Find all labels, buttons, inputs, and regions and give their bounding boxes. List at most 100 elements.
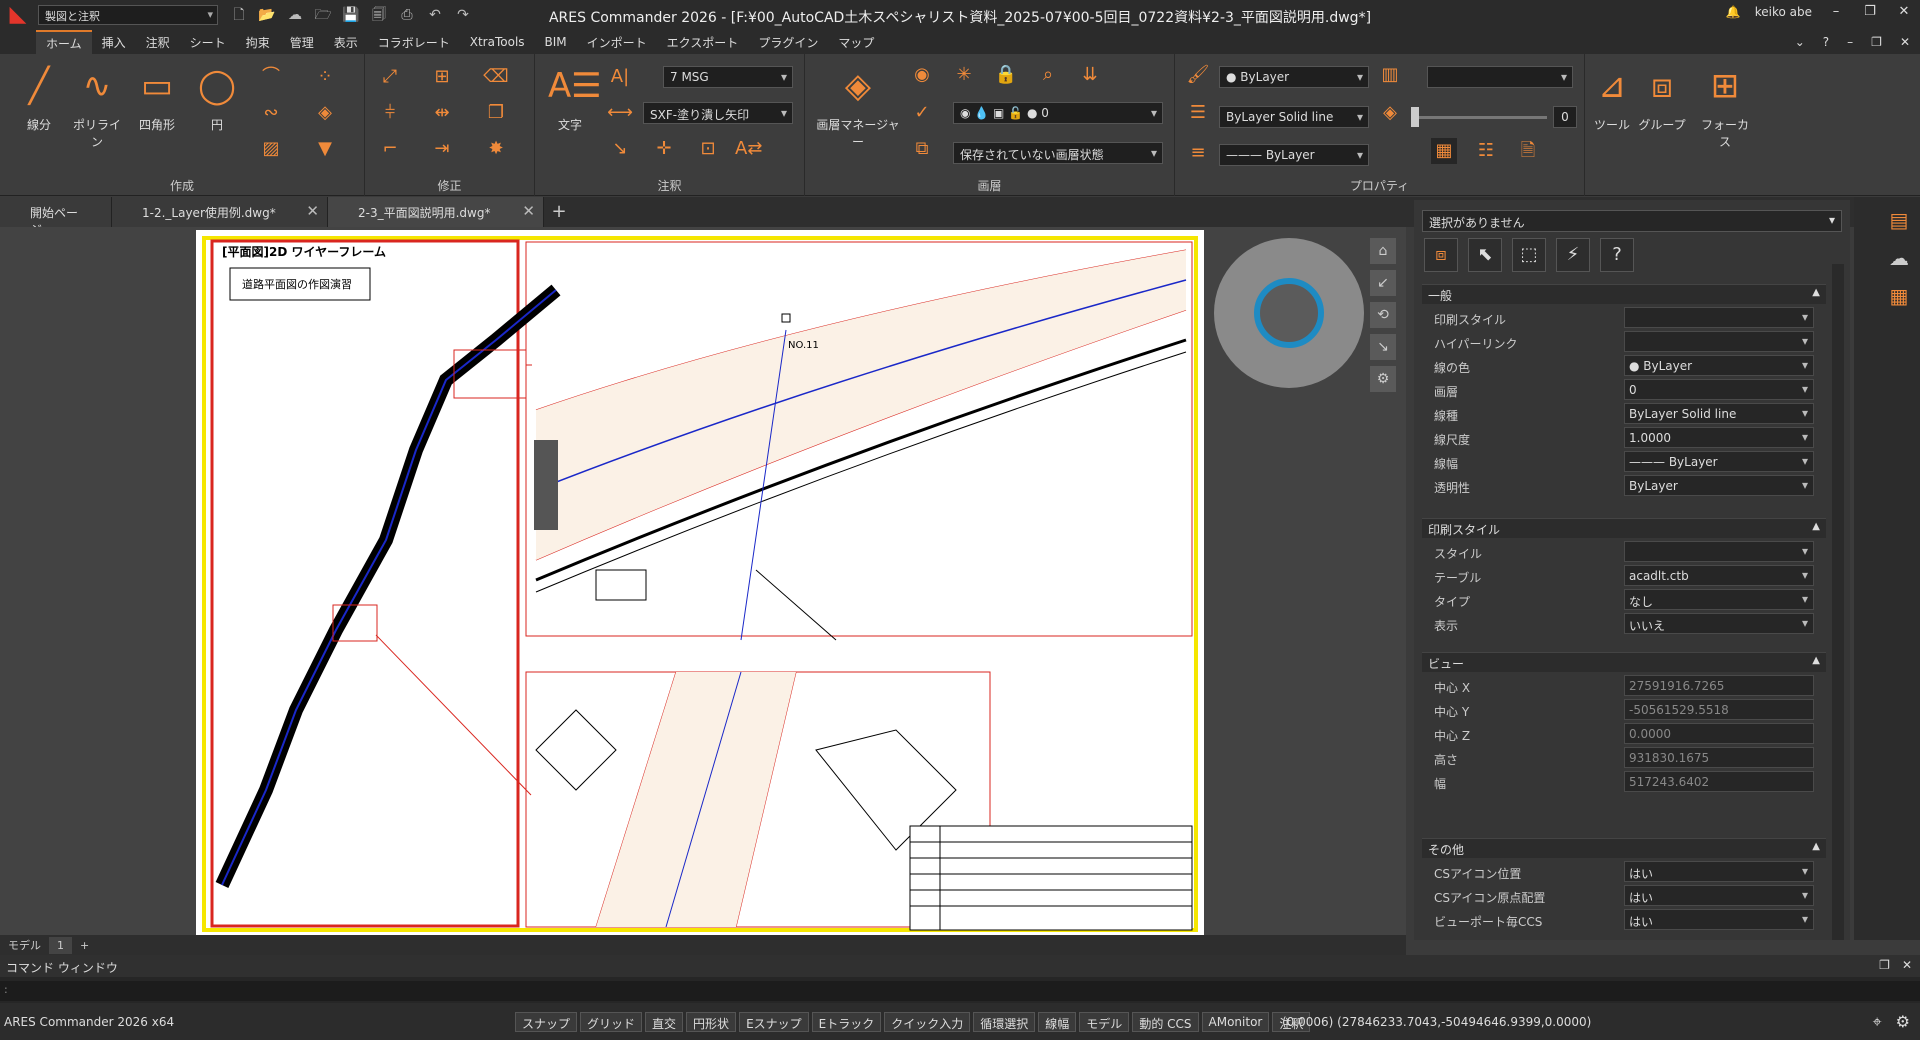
doc-minimize-icon[interactable]: – xyxy=(1847,35,1853,49)
status-toggle-2[interactable]: 直交 xyxy=(645,1011,684,1032)
navigation-wheel[interactable] xyxy=(1214,238,1364,388)
pan-view-icon[interactable]: ↘ xyxy=(1370,334,1396,360)
prop-row[interactable]: ハイパーリンク xyxy=(1422,330,1826,354)
workspace-select[interactable]: 製図と注釈 xyxy=(38,5,218,25)
table-icon[interactable]: ⊡ xyxy=(695,136,721,162)
ribbon-tab-11[interactable]: エクスポート xyxy=(657,31,749,54)
transparency-value[interactable]: 0 xyxy=(1553,106,1577,128)
open-folder-icon[interactable]: 🗁 xyxy=(312,4,334,26)
circle-button[interactable]: ◯ 円 xyxy=(192,64,242,133)
palette-icon[interactable]: ▦ xyxy=(1884,281,1914,311)
prop-value[interactable]: はい xyxy=(1624,885,1814,906)
rotate-view-icon[interactable]: ⟲ xyxy=(1370,302,1396,328)
save-as-icon[interactable]: 🗐 xyxy=(368,4,390,26)
restore-icon[interactable]: ❐ xyxy=(1860,4,1880,19)
prop-row[interactable]: テーブル acadlt.ctb xyxy=(1422,564,1826,588)
ribbon-tab-2[interactable]: 注釈 xyxy=(136,31,180,54)
text-button[interactable]: A☰ 文字 xyxy=(545,64,602,133)
close-icon[interactable]: ✕ xyxy=(1894,4,1914,19)
prop-value[interactable]: ByLayer Solid line xyxy=(1624,403,1814,424)
groups-button[interactable]: ⧈ グループ xyxy=(1637,64,1687,133)
prop-value[interactable] xyxy=(1624,331,1814,352)
properties-panel-icon[interactable]: ▤ xyxy=(1884,205,1914,235)
prop-row[interactable]: スタイル xyxy=(1422,540,1826,564)
match-properties-icon[interactable]: 🖌 xyxy=(1185,62,1211,88)
cmd-close-icon[interactable]: ✕ xyxy=(1902,958,1912,972)
status-toggle-6[interactable]: クイック入力 xyxy=(884,1011,971,1032)
prop-value[interactable]: ● ByLayer xyxy=(1624,355,1814,376)
prop-row[interactable]: 印刷スタイル xyxy=(1422,306,1826,330)
properties-help-icon[interactable]: ? xyxy=(1600,238,1634,272)
layer-search-icon[interactable]: ⌕ xyxy=(1035,62,1061,88)
linetype-select[interactable]: ByLayer Solid line xyxy=(1219,106,1369,128)
prop-row[interactable]: 線幅 ——— ByLayer xyxy=(1422,450,1826,474)
section-view[interactable]: ビュー xyxy=(1422,652,1826,672)
layer-merge-icon[interactable]: ⇊ xyxy=(1077,62,1103,88)
dim-style-select[interactable]: SXF-塗り潰し矢印 xyxy=(643,102,793,124)
ribbon-tab-4[interactable]: 拘束 xyxy=(236,31,280,54)
status-toggle-10[interactable]: 動的 CCS xyxy=(1132,1011,1199,1032)
user-name[interactable]: keiko abe xyxy=(1755,5,1812,19)
prop-value[interactable]: 0.0000 xyxy=(1624,723,1814,744)
ribbon-tab-10[interactable]: インポート xyxy=(577,31,657,54)
list-icon[interactable]: ☷ xyxy=(1473,138,1499,164)
dimension-icon[interactable]: ⟷ xyxy=(607,100,633,126)
layer-manager-button[interactable]: ◈ 画層マネージャー xyxy=(813,64,903,150)
layer-freeze-icon[interactable]: ✳ xyxy=(951,62,977,88)
move-icon[interactable]: ⤢ xyxy=(377,64,403,90)
close-tab-icon[interactable]: ✕ xyxy=(306,202,319,220)
lineweight-icon[interactable]: ≡ xyxy=(1185,140,1211,166)
status-toggle-5[interactable]: Eトラック xyxy=(811,1011,882,1032)
cloud-icon[interactable]: ☁ xyxy=(284,4,306,26)
status-toggle-3[interactable]: 円形状 xyxy=(686,1011,737,1032)
zoom-extents-icon[interactable]: ↙ xyxy=(1370,270,1396,296)
polyline-button[interactable]: ∿ ポリライン xyxy=(72,64,122,150)
prop-row[interactable]: 線尺度 1.0000 xyxy=(1422,426,1826,450)
cloud-storage-icon[interactable]: ☁ xyxy=(1884,243,1914,273)
prop-row[interactable]: 中心 X 27591916.7265 xyxy=(1422,674,1826,698)
properties-palette-icon[interactable]: ▦ xyxy=(1431,138,1457,164)
prop-value[interactable] xyxy=(1624,307,1814,328)
ribbon-tab-0[interactable]: ホーム xyxy=(36,29,92,55)
prop-value[interactable]: 27591916.7265 xyxy=(1624,675,1814,696)
extend-icon[interactable]: ⇥ xyxy=(429,136,455,162)
doc-restore-icon[interactable]: ❐ xyxy=(1871,35,1882,49)
properties-scrollbar[interactable] xyxy=(1832,264,1844,940)
prop-row[interactable]: 透明性 ByLayer xyxy=(1422,474,1826,498)
points-icon[interactable]: ⁘ xyxy=(312,64,338,90)
drawing-canvas[interactable]: NO.11 [平面図]2D ワイヤーフレーム 道路平面図の作図演習 ⌂ ↙ ⟲ … xyxy=(0,227,1406,938)
ribbon-tab-9[interactable]: BIM xyxy=(535,32,577,52)
prop-value[interactable]: -50561529.5518 xyxy=(1624,699,1814,720)
spline-icon[interactable]: ∾ xyxy=(258,100,284,126)
rectangle-button[interactable]: ▭ 四角形 xyxy=(132,64,182,133)
nav-settings-icon[interactable]: ⚙ xyxy=(1370,366,1396,392)
settings-icon[interactable]: ⚙ xyxy=(1896,1012,1910,1032)
focus-button[interactable]: ⊞ フォーカス xyxy=(1697,64,1753,150)
centermark-icon[interactable]: ✛ xyxy=(651,136,677,162)
ribbon-tab-5[interactable]: 管理 xyxy=(280,31,324,54)
prop-row[interactable]: 高さ 931830.1675 xyxy=(1422,746,1826,770)
prop-value[interactable]: 0 xyxy=(1624,379,1814,400)
trim-icon[interactable]: ⫩ xyxy=(377,100,403,126)
prop-row[interactable]: 表示 いいえ xyxy=(1422,612,1826,636)
view-cube-icon[interactable] xyxy=(1254,278,1324,348)
color-select[interactable]: ● ByLayer xyxy=(1219,66,1369,88)
prop-row[interactable]: 幅 517243.6402 xyxy=(1422,770,1826,794)
doc-close-icon[interactable]: ✕ xyxy=(1900,35,1910,49)
prop-value[interactable]: はい xyxy=(1624,909,1814,930)
status-toggle-8[interactable]: 線幅 xyxy=(1038,1011,1077,1032)
close-tab-icon[interactable]: ✕ xyxy=(522,202,535,220)
wipeout-icon[interactable]: ▼ xyxy=(312,136,338,162)
prop-row[interactable]: 線の色 ● ByLayer xyxy=(1422,354,1826,378)
doc-tab-plan[interactable]: 2-3_平面図説明用.dwg* ✕ xyxy=(328,197,544,227)
array-icon[interactable]: ⊞ xyxy=(429,64,455,90)
single-text-icon[interactable]: A| xyxy=(607,64,633,90)
model-tab[interactable]: モデル xyxy=(0,935,49,955)
prop-row[interactable]: タイプ なし xyxy=(1422,588,1826,612)
prop-value[interactable]: はい xyxy=(1624,861,1814,882)
quick-properties-icon[interactable]: ⚡ xyxy=(1556,238,1590,272)
report-icon[interactable]: 🗎 xyxy=(1515,138,1541,164)
slider-thumb[interactable] xyxy=(1411,107,1419,127)
ribbon-tab-3[interactable]: シート xyxy=(180,31,236,54)
arc-icon[interactable]: ⌒ xyxy=(258,64,284,90)
